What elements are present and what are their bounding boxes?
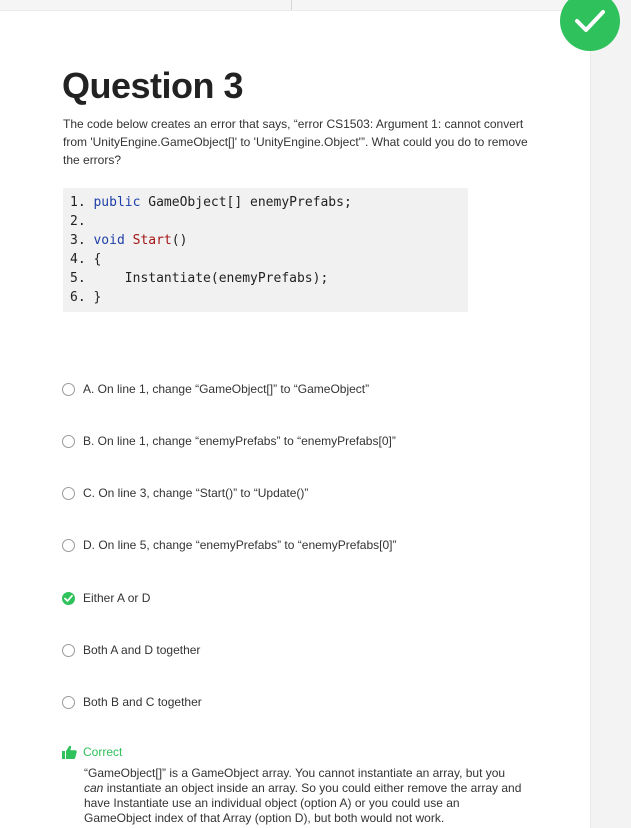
option-label: Both B and C together [83,695,202,709]
line-number: 4. [70,252,86,267]
option-both-b-and-c[interactable]: Both B and C together [62,692,532,712]
option-c[interactable]: C. On line 3, change “Start()” to “Updat… [62,483,532,503]
option-label: A. On line 1, change “GameObject[]” to “… [83,382,370,396]
option-label: C. On line 3, change “Start()” to “Updat… [83,486,309,500]
feedback-text-emphasis: can [84,781,104,795]
option-both-a-and-d[interactable]: Both A and D together [62,640,532,660]
feedback-panel: Correct “GameObject[]” is a GameObject a… [62,744,532,826]
code-line: 5. Instantiate(enemyPrefabs); [70,269,468,288]
line-number: 1. [70,195,86,210]
feedback-text-part: “GameObject[]” is a GameObject array. Yo… [84,766,506,780]
option-either-a-or-d[interactable]: Either A or D [62,588,532,608]
question-text: The code below creates an error that say… [63,117,528,167]
right-rail [590,0,631,828]
question-card: Question 3 The code below creates an err… [0,0,620,828]
option-a[interactable]: A. On line 1, change “GameObject[]” to “… [62,379,532,399]
radio-button[interactable] [62,486,75,500]
radio-button[interactable] [62,382,75,396]
code-text: () [171,233,188,248]
line-number: 6. [70,290,86,305]
code-text: GameObject[] enemyPrefabs; [140,195,352,210]
top-bar-divider [291,0,292,10]
code-line: 3. void Start() [70,231,468,250]
option-label: D. On line 5, change “enemyPrefabs” to “… [83,538,397,552]
code-text: { [93,252,102,267]
code-function: Start [132,233,172,248]
code-block: 1. public GameObject[] enemyPrefabs; 2. … [63,188,468,312]
feedback-text: “GameObject[]” is a GameObject array. Yo… [84,766,524,826]
selected-check-icon[interactable] [62,591,75,605]
top-bar [0,0,590,11]
feedback-header: Correct [62,744,532,760]
code-keyword: public [93,195,141,210]
radio-button[interactable] [62,434,75,448]
code-text: Instantiate(enemyPrefabs); [93,271,329,286]
radio-button[interactable] [62,643,75,657]
thumbs-up-icon [62,745,77,759]
option-d[interactable]: D. On line 5, change “enemyPrefabs” to “… [62,535,532,555]
feedback-text-part: instantiate an object inside an array. S… [84,781,522,825]
code-line: 4. { [70,250,468,269]
code-line: 6. } [70,288,468,307]
code-text: } [93,290,102,305]
line-number: 2. [70,214,86,229]
option-b[interactable]: B. On line 1, change “enemyPrefabs” to “… [62,431,532,451]
option-label: Either A or D [83,591,151,605]
radio-button[interactable] [62,538,75,552]
line-number: 5. [70,271,86,286]
feedback-title: Correct [83,745,123,759]
code-keyword: void [93,233,125,248]
line-number: 3. [70,233,86,248]
code-line: 2. [70,212,468,231]
radio-button[interactable] [62,695,75,709]
option-label: Both A and D together [83,643,201,657]
code-line: 1. public GameObject[] enemyPrefabs; [70,193,468,212]
option-label: B. On line 1, change “enemyPrefabs” to “… [83,434,396,448]
question-title: Question 3 [62,65,244,106]
